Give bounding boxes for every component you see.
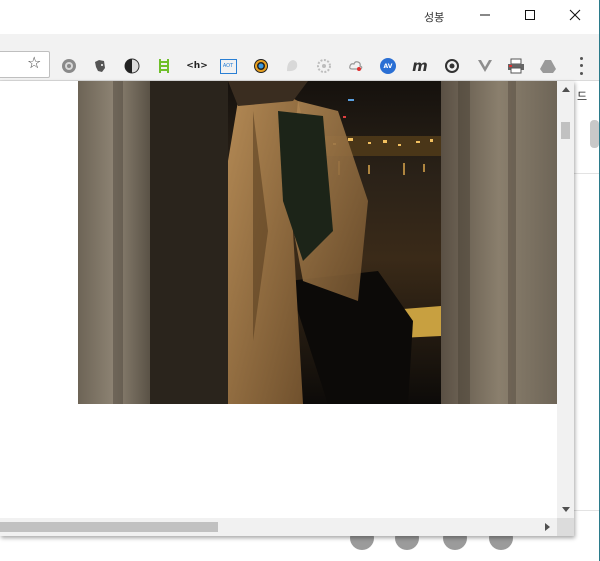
aot-label: AOT	[219, 58, 237, 74]
page-scrollbar-thumb[interactable]	[590, 120, 599, 148]
m-letter-icon[interactable]: m	[411, 57, 429, 75]
refresh-icon[interactable]	[443, 57, 461, 75]
scroll-up-icon[interactable]	[562, 87, 570, 92]
address-bar[interactable]	[0, 51, 50, 78]
profile-name[interactable]: 성봉	[424, 9, 444, 25]
title-bar: 성봉	[0, 0, 599, 34]
star-icon[interactable]: ☆	[27, 55, 41, 71]
printer-icon[interactable]	[507, 57, 525, 75]
close-icon	[569, 9, 581, 21]
scrollbar-corner	[557, 518, 574, 536]
av-label: AV	[380, 58, 396, 74]
menu-dots-icon[interactable]	[574, 55, 588, 77]
av-icon[interactable]: AV	[379, 57, 397, 75]
divider	[574, 173, 599, 174]
popup-horizontal-scrollbar[interactable]	[0, 518, 557, 536]
minimize-button[interactable]	[462, 0, 508, 30]
divider	[574, 510, 599, 511]
contrast-icon[interactable]	[123, 57, 141, 75]
aot-icon[interactable]: AOT	[219, 57, 237, 75]
color-wheel-icon[interactable]	[252, 57, 270, 75]
settings-icon[interactable]	[315, 57, 333, 75]
gear-badge-icon[interactable]	[60, 57, 78, 75]
maximize-icon	[525, 10, 535, 20]
horizontal-scroll-thumb[interactable]	[0, 522, 218, 532]
ghost-icon[interactable]	[283, 57, 301, 75]
cloud-icon[interactable]	[347, 57, 365, 75]
popup-vertical-scrollbar[interactable]	[557, 81, 574, 518]
maximize-button[interactable]	[507, 0, 553, 30]
scroll-down-icon[interactable]	[562, 507, 570, 512]
vertical-scroll-thumb[interactable]	[561, 122, 570, 139]
vue-icon[interactable]	[476, 57, 494, 75]
close-button[interactable]	[552, 0, 598, 30]
minimize-icon	[480, 14, 490, 16]
image-popup	[0, 81, 574, 536]
evernote-icon[interactable]	[91, 57, 109, 75]
drive-icon[interactable]	[539, 57, 557, 75]
photo-image	[78, 81, 557, 404]
browser-toolbar: ☆ <h> AOT AV m	[0, 34, 599, 81]
ladder-icon[interactable]	[155, 57, 173, 75]
scroll-right-icon[interactable]	[545, 523, 550, 531]
right-rail-text[interactable]: 드	[577, 88, 587, 104]
header-tag-icon[interactable]: <h>	[186, 57, 208, 75]
